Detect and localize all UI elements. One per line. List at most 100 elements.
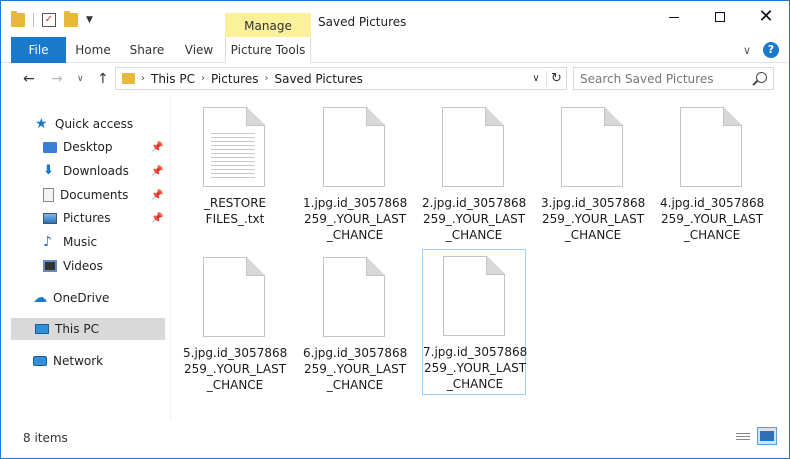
breadcrumb-saved-pictures[interactable]: Saved Pictures: [274, 72, 362, 86]
close-icon: ✕: [758, 6, 774, 27]
title-bar: ✓ ▼ Manage Saved Pictures ✕: [1, 1, 789, 37]
sidebar-item-desktop[interactable]: Desktop 📌: [1, 136, 165, 158]
desktop-icon: [43, 141, 57, 153]
address-bar[interactable]: › This PC › Pictures › Saved Pictures ∨ …: [115, 67, 567, 90]
properties-icon[interactable]: ✓: [42, 13, 56, 27]
sidebar-item-pictures[interactable]: Pictures 📌: [1, 207, 165, 229]
sidebar-item-label: Documents: [60, 188, 129, 202]
sidebar-item-label: Pictures: [63, 211, 111, 225]
pin-icon[interactable]: 📌: [151, 213, 163, 224]
quick-access-toolbar: ✓ ▼: [11, 11, 93, 27]
sidebar-item-downloads[interactable]: ⬇ Downloads 📌: [1, 160, 165, 182]
computer-icon: [35, 324, 49, 334]
new-folder-icon[interactable]: [64, 11, 78, 27]
sidebar-item-videos[interactable]: Videos: [1, 255, 165, 277]
blank-file-icon: [323, 107, 385, 187]
large-icons-view-icon: [760, 431, 774, 441]
details-view-icon: [736, 430, 750, 442]
file-item[interactable]: 1.jpg.id_3057868 259_.YOUR_LAST _CHANCE: [303, 101, 407, 247]
sidebar-item-quick-access[interactable]: ★ Quick access: [1, 113, 165, 135]
tab-view[interactable]: View: [181, 37, 217, 63]
file-item[interactable]: 6.jpg.id_3057868 259_.YOUR_LAST _CHANCE: [303, 251, 407, 397]
search-box[interactable]: [573, 67, 774, 90]
folder-icon: [122, 73, 135, 84]
cloud-icon: ☁: [33, 290, 47, 306]
sidebar-item-label: OneDrive: [53, 291, 110, 305]
file-name: 4.jpg.id_3057868 259_.YOUR_LAST _CHANCE: [660, 196, 765, 242]
file-name: _RESTORE FILES_.txt: [203, 196, 267, 226]
tab-picture-tools[interactable]: Picture Tools: [225, 37, 311, 64]
file-item[interactable]: _RESTORE FILES_.txt: [183, 101, 287, 247]
file-item[interactable]: 7.jpg.id_3057868 259_.YOUR_LAST _CHANCE: [422, 249, 528, 395]
sidebar-item-network[interactable]: Network: [1, 350, 165, 372]
window-title: Saved Pictures: [318, 15, 407, 29]
folder-icon: [11, 11, 25, 27]
blank-file-icon: [203, 257, 265, 337]
expand-ribbon-icon[interactable]: ∨: [743, 44, 751, 57]
recent-locations-icon[interactable]: ∨: [77, 74, 84, 84]
chevron-right-icon[interactable]: ›: [264, 73, 268, 84]
forward-arrow-icon[interactable]: →: [51, 71, 63, 87]
pin-icon[interactable]: 📌: [151, 190, 163, 201]
text-file-icon: [203, 107, 265, 187]
help-icon[interactable]: ?: [763, 42, 779, 58]
sidebar-item-this-pc[interactable]: This PC: [11, 318, 165, 340]
pin-icon[interactable]: 📌: [151, 142, 163, 153]
file-item[interactable]: 3.jpg.id_3057868 259_.YOUR_LAST _CHANCE: [541, 101, 645, 247]
sidebar-item-label: Music: [63, 235, 98, 249]
search-icon[interactable]: [756, 72, 767, 83]
blank-file-icon: [680, 107, 742, 187]
file-item[interactable]: 2.jpg.id_3057868 259_.YOUR_LAST _CHANCE: [422, 101, 526, 247]
up-arrow-icon[interactable]: ↑: [97, 71, 109, 87]
status-bar: 8 items: [1, 427, 789, 459]
file-item[interactable]: 4.jpg.id_3057868 259_.YOUR_LAST _CHANCE: [660, 101, 764, 247]
pin-icon[interactable]: 📌: [151, 166, 163, 177]
sidebar-item-music[interactable]: ♪ Music: [1, 231, 165, 253]
sidebar-item-label: Desktop: [63, 140, 113, 154]
tab-share[interactable]: Share: [127, 37, 167, 63]
sidebar-item-label: Videos: [63, 259, 103, 273]
blank-file-icon: [442, 107, 504, 187]
details-view-button[interactable]: [733, 427, 753, 445]
file-name: 3.jpg.id_3057868 259_.YOUR_LAST _CHANCE: [541, 196, 646, 242]
file-name: 1.jpg.id_3057868 259_.YOUR_LAST _CHANCE: [303, 196, 408, 242]
blank-file-icon: [323, 257, 385, 337]
tab-file[interactable]: File: [11, 37, 66, 63]
sidebar-item-onedrive[interactable]: ☁ OneDrive: [1, 287, 165, 309]
navigation-pane: ★ Quick access Desktop 📌 ⬇ Downloads 📌 D…: [1, 95, 171, 421]
chevron-right-icon[interactable]: ›: [201, 73, 205, 84]
address-controls: ∨ ↻: [526, 68, 566, 89]
maximize-button[interactable]: [697, 1, 743, 33]
file-item[interactable]: 5.jpg.id_3057868 259_.YOUR_LAST _CHANCE: [183, 251, 287, 397]
minimize-button[interactable]: [651, 1, 697, 33]
music-icon: ♪: [43, 234, 52, 250]
view-buttons: [733, 427, 777, 445]
sidebar-item-label: This PC: [55, 322, 99, 336]
downloads-icon: ⬇: [43, 163, 54, 178]
refresh-icon[interactable]: ↻: [546, 71, 566, 86]
search-input[interactable]: [580, 71, 750, 86]
breadcrumb-this-pc[interactable]: This PC: [151, 72, 195, 86]
manage-tab[interactable]: Manage: [225, 13, 311, 37]
tab-home[interactable]: Home: [71, 37, 115, 63]
sidebar-item-documents[interactable]: Documents 📌: [1, 184, 165, 206]
videos-icon: [43, 260, 57, 272]
minimize-icon: [669, 16, 679, 18]
large-icons-view-button[interactable]: [757, 427, 777, 445]
close-button[interactable]: ✕: [743, 1, 789, 33]
back-arrow-icon[interactable]: ←: [23, 71, 35, 87]
maximize-icon: [715, 12, 725, 22]
ribbon: File Home Share View Picture Tools ∨ ?: [1, 37, 789, 64]
customize-toolbar-icon[interactable]: ▼: [86, 15, 93, 25]
window-controls: ✕: [651, 1, 789, 33]
ribbon-right-controls: ∨ ?: [743, 42, 779, 58]
file-name: 7.jpg.id_3057868 259_.YOUR_LAST _CHANCE: [423, 345, 528, 391]
documents-icon: [43, 188, 54, 202]
breadcrumb-pictures[interactable]: Pictures: [211, 72, 259, 86]
sidebar-item-label: Quick access: [55, 117, 134, 131]
network-icon: [33, 356, 47, 366]
pictures-icon: [43, 212, 57, 224]
address-dropdown-icon[interactable]: ∨: [526, 73, 546, 84]
chevron-right-icon[interactable]: ›: [141, 73, 145, 84]
blank-file-icon: [443, 256, 505, 336]
